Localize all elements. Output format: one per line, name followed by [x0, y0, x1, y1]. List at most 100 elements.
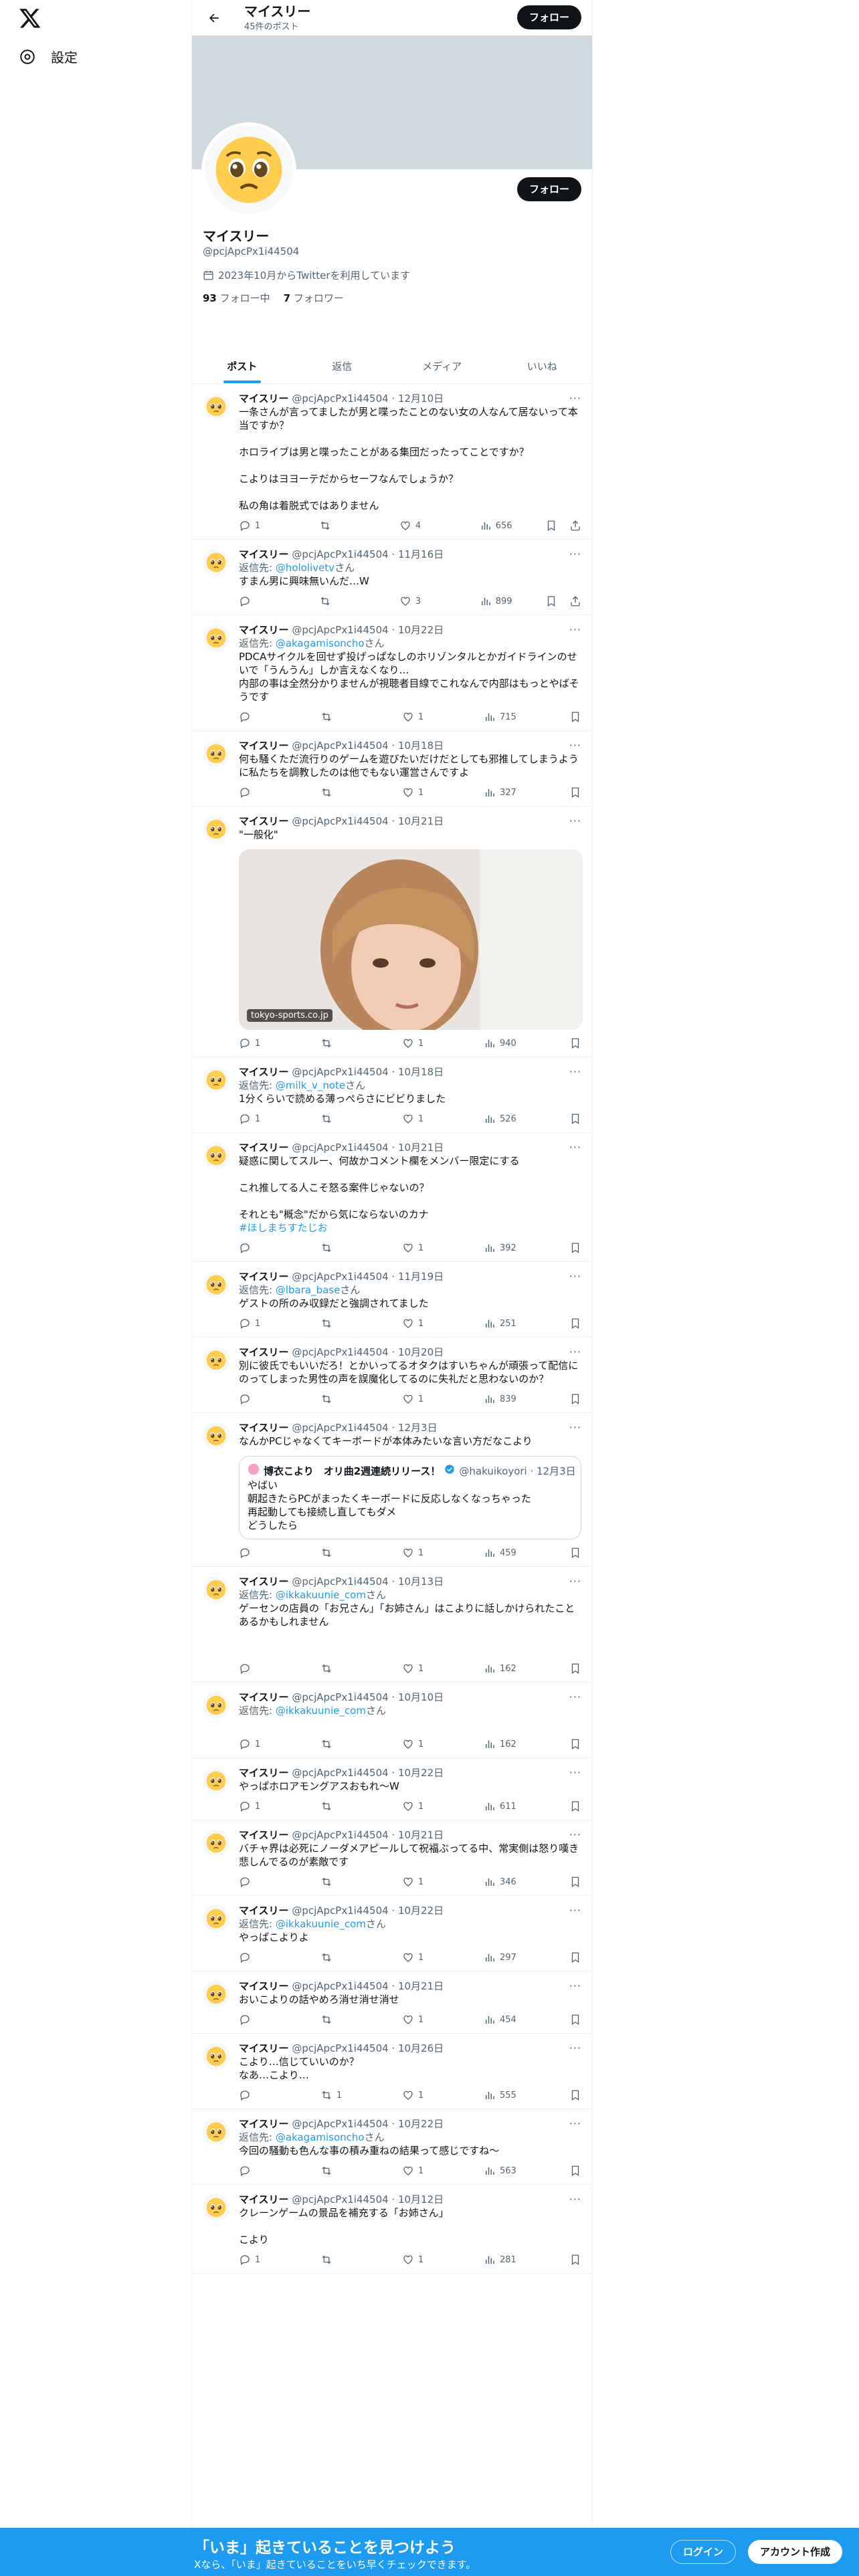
- more-options-icon[interactable]: ···: [569, 1065, 581, 1078]
- tweet-avatar[interactable]: [203, 1347, 229, 1374]
- reply-to-link[interactable]: @milk_v_note: [276, 1079, 345, 1091]
- views-button[interactable]: 392: [484, 1242, 551, 1254]
- bookmark-button[interactable]: [569, 1113, 581, 1125]
- tweet-author-name[interactable]: マイスリー: [239, 1829, 289, 1841]
- tweet-handle-date[interactable]: @pcjApcPx1i44504 · 10月21日: [292, 815, 444, 827]
- tweet-author-name[interactable]: マイスリー: [239, 2118, 289, 2130]
- tweet-handle-date[interactable]: @pcjApcPx1i44504 · 10月22日: [292, 1767, 444, 1779]
- tweet[interactable]: マイスリー @pcjApcPx1i44504 · 10月22日 ··· やっぱホロア…: [192, 1758, 592, 1820]
- tweet[interactable]: マイスリー @pcjApcPx1i44504 · 10月21日 ··· バチャ界は必…: [192, 1820, 592, 1896]
- like-button[interactable]: 4: [399, 520, 480, 532]
- retweet-button[interactable]: [320, 1800, 402, 1812]
- header-follow-button[interactable]: フォロー: [516, 5, 581, 29]
- bookmark-button[interactable]: [545, 520, 557, 532]
- views-button[interactable]: 940: [484, 1037, 551, 1049]
- reply-to-link[interactable]: @ikkakuunie_com: [276, 1918, 366, 1930]
- views-button[interactable]: 327: [484, 786, 551, 798]
- reply-to-link[interactable]: @hololivetv: [276, 562, 335, 574]
- tweet[interactable]: マイスリー @pcjApcPx1i44504 · 10月22日 ··· 返信先: @…: [192, 2109, 592, 2185]
- bookmark-button[interactable]: [569, 1738, 581, 1750]
- tweet-author-name[interactable]: マイスリー: [239, 1066, 289, 1078]
- tweet-author-name[interactable]: マイスリー: [239, 1576, 289, 1588]
- tweet[interactable]: マイスリー @pcjApcPx1i44504 · 10月12日 ··· クレーンゲー…: [192, 2185, 592, 2274]
- tab-media[interactable]: メディア: [392, 348, 492, 383]
- retweet-button[interactable]: [320, 1242, 402, 1254]
- more-options-icon[interactable]: ···: [569, 623, 581, 636]
- avatar[interactable]: [201, 122, 296, 217]
- hashtag-link[interactable]: #ほしまちすたじお: [239, 1222, 328, 1234]
- views-button[interactable]: 297: [484, 1951, 551, 1963]
- like-button[interactable]: 1: [402, 1393, 484, 1405]
- tweet-author-name[interactable]: マイスリー: [239, 624, 289, 636]
- retweet-button[interactable]: [320, 2014, 402, 2026]
- tweet-handle-date[interactable]: @pcjApcPx1i44504 · 11月19日: [292, 1271, 444, 1283]
- like-button[interactable]: 1: [402, 1113, 484, 1125]
- retweet-button[interactable]: [320, 2165, 402, 2177]
- tweet-handle-date[interactable]: @pcjApcPx1i44504 · 11月16日: [292, 548, 444, 560]
- retweet-button[interactable]: [320, 1393, 402, 1405]
- views-button[interactable]: 251: [484, 1317, 551, 1329]
- tweet-avatar[interactable]: [203, 393, 229, 420]
- views-button[interactable]: 555: [484, 2089, 551, 2101]
- tweet-handle-date[interactable]: @pcjApcPx1i44504 · 10月10日: [292, 1691, 444, 1703]
- bookmark-button[interactable]: [569, 1800, 581, 1812]
- tweet-avatar[interactable]: [203, 1830, 229, 1856]
- tweet-handle-date[interactable]: @pcjApcPx1i44504 · 12月10日: [292, 393, 444, 405]
- reply-button[interactable]: [239, 2014, 320, 2026]
- tweet-avatar[interactable]: [203, 625, 229, 651]
- bookmark-button[interactable]: [569, 711, 581, 723]
- reply-button[interactable]: [239, 711, 320, 723]
- like-button[interactable]: 1: [402, 1951, 484, 1963]
- tweet-author-name[interactable]: マイスリー: [239, 1905, 289, 1917]
- views-button[interactable]: 611: [484, 1800, 551, 1812]
- reply-to-link[interactable]: @ikkakuunie_com: [276, 1705, 366, 1717]
- tweet-author-name[interactable]: マイスリー: [239, 1691, 289, 1703]
- retweet-button[interactable]: 1: [320, 2089, 402, 2101]
- more-options-icon[interactable]: ···: [569, 1141, 581, 1154]
- tweet[interactable]: マイスリー @pcjApcPx1i44504 · 10月22日 ··· 返信先: @…: [192, 1896, 592, 1971]
- more-options-icon[interactable]: ···: [569, 1421, 581, 1434]
- bookmark-button[interactable]: [569, 1242, 581, 1254]
- tab-likes[interactable]: いいね: [492, 348, 593, 383]
- views-button[interactable]: 162: [484, 1662, 551, 1675]
- reply-to-link[interactable]: @akagamisoncho: [276, 2131, 365, 2143]
- tweet-author-name[interactable]: マイスリー: [239, 2193, 289, 2206]
- retweet-button[interactable]: [320, 1037, 402, 1049]
- retweet-button[interactable]: [320, 711, 402, 723]
- tweet-handle-date[interactable]: @pcjApcPx1i44504 · 10月21日: [292, 1142, 444, 1154]
- reply-button[interactable]: 1: [239, 1738, 320, 1750]
- views-button[interactable]: 454: [484, 2014, 551, 2026]
- reply-button[interactable]: [239, 1662, 320, 1675]
- views-button[interactable]: 162: [484, 1738, 551, 1750]
- retweet-button[interactable]: [320, 786, 402, 798]
- tweet-avatar[interactable]: [203, 740, 229, 767]
- more-options-icon[interactable]: ···: [569, 392, 581, 405]
- bookmark-button[interactable]: [569, 1951, 581, 1963]
- views-button[interactable]: 346: [484, 1876, 551, 1888]
- like-button[interactable]: 3: [399, 595, 480, 607]
- tweet-author-name[interactable]: マイスリー: [239, 1271, 289, 1283]
- views-button[interactable]: 839: [484, 1393, 551, 1405]
- tweet[interactable]: マイスリー @pcjApcPx1i44504 · 10月18日 ··· 何も騒くただ…: [192, 731, 592, 807]
- tweet-avatar[interactable]: [203, 2043, 229, 2070]
- like-button[interactable]: 1: [402, 1547, 484, 1559]
- tweet[interactable]: マイスリー @pcjApcPx1i44504 · 11月16日 ··· 返信先: @…: [192, 540, 592, 615]
- more-options-icon[interactable]: ···: [569, 1979, 581, 1992]
- reply-button[interactable]: 1: [239, 2254, 320, 2266]
- like-button[interactable]: 1: [402, 2014, 484, 2026]
- views-button[interactable]: 715: [484, 711, 551, 723]
- bookmark-button[interactable]: [569, 2089, 581, 2101]
- retweet-button[interactable]: [320, 2254, 402, 2266]
- more-options-icon[interactable]: ···: [569, 2042, 581, 2054]
- more-options-icon[interactable]: ···: [569, 1691, 581, 1703]
- tweet[interactable]: マイスリー @pcjApcPx1i44504 · 10月13日 ··· 返信先: @…: [192, 1567, 592, 1683]
- views-button[interactable]: 899: [480, 595, 545, 607]
- like-button[interactable]: 1: [402, 1242, 484, 1254]
- views-button[interactable]: 526: [484, 1113, 551, 1125]
- tweet-avatar[interactable]: [203, 549, 229, 576]
- more-options-icon[interactable]: ···: [569, 548, 581, 560]
- like-button[interactable]: 1: [402, 2089, 484, 2101]
- follow-button[interactable]: フォロー: [516, 177, 581, 201]
- reply-button[interactable]: [239, 1242, 320, 1254]
- tweet-author-name[interactable]: マイスリー: [239, 2042, 289, 2054]
